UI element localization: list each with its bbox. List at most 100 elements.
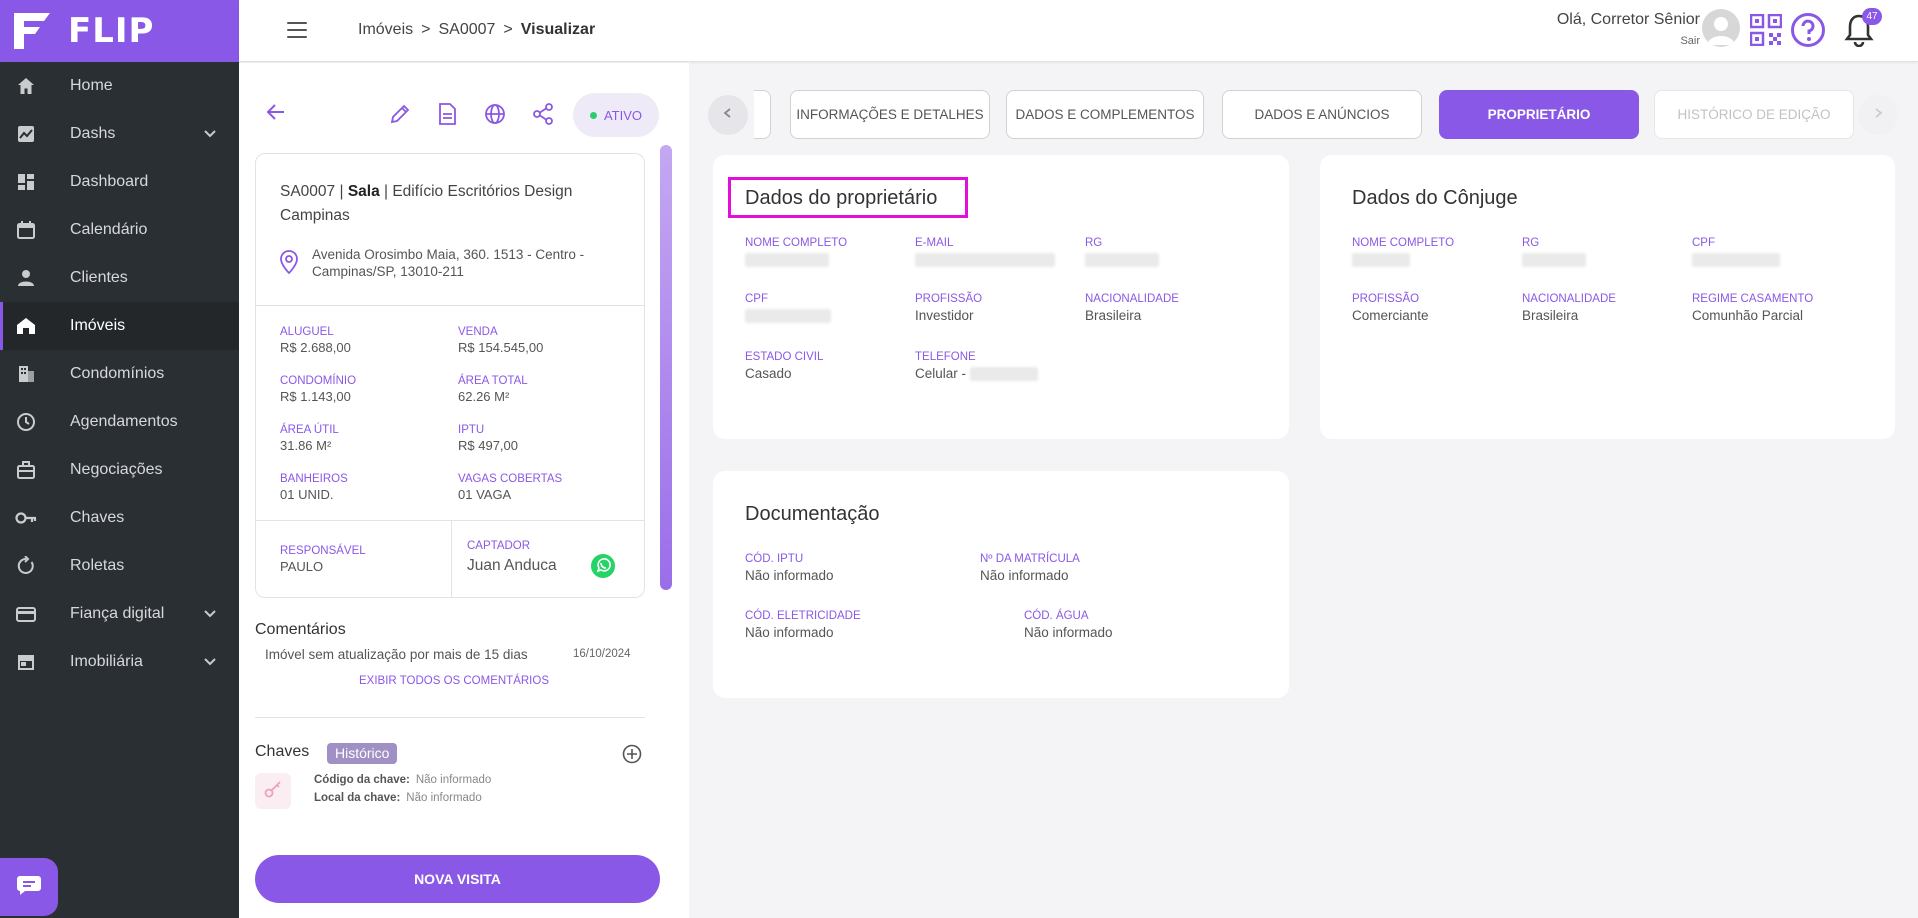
chevron-down-icon xyxy=(203,655,217,674)
qr-code-icon[interactable] xyxy=(1749,13,1783,51)
property-title: SA0007 | Sala | Edifício Escritórios Des… xyxy=(280,183,573,224)
tab-informacoes-detalhes[interactable]: INFORMAÇÕES E DETALHES xyxy=(790,90,990,139)
sidebar-item-roletas[interactable]: Roletas xyxy=(0,542,239,590)
stat-banheiros: BANHEIROS 01 UNID. xyxy=(280,473,348,502)
dashboard-icon xyxy=(15,171,37,193)
doc-agua: CÓD. ÁGUA Não informado xyxy=(1024,610,1113,640)
doc-matricula: Nº DA MATRÍCULA Não informado xyxy=(980,553,1080,583)
stat-condominio: CONDOMÍNIO R$ 1.143,00 xyxy=(280,375,357,404)
scrollbar[interactable] xyxy=(660,145,672,590)
chat-icon xyxy=(16,873,42,902)
sidebar-item-condominios[interactable]: Condomínios xyxy=(0,350,239,398)
owner-nome: NOME COMPLETO xyxy=(745,237,847,272)
divider xyxy=(255,717,645,718)
tab-partial xyxy=(754,90,771,139)
topbar: Imóveis > SA0007 > Visualizar Olá, Corre… xyxy=(239,0,1918,62)
comment-date: 16/10/2024 xyxy=(573,648,631,660)
sidebar-item-chaves[interactable]: Chaves xyxy=(0,494,239,542)
sidebar-item-home[interactable]: Home xyxy=(0,62,239,110)
store-icon xyxy=(15,651,37,673)
avatar[interactable] xyxy=(1702,9,1740,47)
notification-count-badge: 47 xyxy=(1862,8,1882,25)
sidebar-item-label: Negociações xyxy=(70,461,163,478)
property-address: Avenida Orosimbo Maia, 360. 1513 - Centr… xyxy=(312,247,585,279)
tab-dados-complementos[interactable]: DADOS E COMPLEMENTOS xyxy=(1006,90,1204,139)
sidebar-item-label: Dashboard xyxy=(70,173,149,190)
sidebar-item-label: Condomínios xyxy=(70,365,165,382)
sidebar-item-agendamentos[interactable]: Agendamentos xyxy=(0,398,239,446)
sidebar-item-imobiliaria[interactable]: Imobiliária xyxy=(0,638,239,686)
scrollbar-thumb[interactable] xyxy=(660,145,672,590)
status-badge[interactable]: ATIVO xyxy=(573,93,659,137)
tabs-next-button[interactable] xyxy=(1858,95,1898,135)
building-icon xyxy=(15,363,37,385)
redacted-value xyxy=(1522,253,1586,267)
rotate-icon xyxy=(15,555,37,577)
back-arrow-icon[interactable] xyxy=(266,103,286,126)
sidebar-item-fianca-digital[interactable]: Fiança digital xyxy=(0,590,239,638)
sidebar-item-dashs[interactable]: Dashs xyxy=(0,110,239,158)
add-circle-icon[interactable] xyxy=(622,744,642,769)
tab-historico-edicao[interactable]: HISTÓRICO DE EDIÇÃO xyxy=(1654,90,1854,139)
documentation-card: Documentação CÓD. IPTU Não informado Nº D… xyxy=(713,471,1289,698)
owner-nacionalidade: NACIONALIDADE Brasileira xyxy=(1085,293,1179,323)
doc-iptu: CÓD. IPTU Não informado xyxy=(745,553,834,583)
sidebar-item-label: Chaves xyxy=(70,509,125,526)
spouse-title: Dados do Cônjuge xyxy=(1352,187,1518,209)
redacted-value xyxy=(1692,253,1780,267)
globe-icon[interactable] xyxy=(484,103,506,130)
home-icon xyxy=(15,75,37,97)
edit-pencil-icon[interactable] xyxy=(389,103,411,130)
chat-button[interactable] xyxy=(0,858,58,916)
show-all-comments-link[interactable]: EXIBIR TODOS OS COMENTÁRIOS xyxy=(359,675,549,687)
redacted-value xyxy=(915,253,1055,267)
sidebar-item-clientes[interactable]: Clientes xyxy=(0,254,239,302)
sidebar-item-calendario[interactable]: Calendário xyxy=(0,206,239,254)
sidebar-item-label: Dashs xyxy=(70,125,116,142)
tab-dados-anuncios[interactable]: DADOS E ANÚNCIOS xyxy=(1222,90,1422,139)
keys-history-button[interactable]: Histórico xyxy=(327,743,398,764)
breadcrumb-separator: > xyxy=(503,21,513,38)
tabs-prev-button[interactable] xyxy=(708,95,748,135)
spouse-rg: RG xyxy=(1522,237,1586,272)
redacted-value xyxy=(745,309,831,323)
logout-link[interactable]: Sair xyxy=(1680,35,1700,47)
tab-proprietario[interactable]: PROPRIETÁRIO xyxy=(1439,90,1639,139)
redacted-value xyxy=(970,366,1039,381)
sidebar-item-label: Roletas xyxy=(70,557,125,574)
breadcrumb-item-code[interactable]: SA0007 xyxy=(438,21,495,39)
menu-toggle-icon[interactable] xyxy=(287,22,307,38)
owner-cpf: CPF xyxy=(745,293,831,328)
sidebar-menu: Home Dashs Dashboard Calendário Clientes… xyxy=(0,62,239,686)
sidebar-item-imoveis[interactable]: Imóveis xyxy=(0,302,239,350)
logo[interactable]: FLIP xyxy=(0,0,239,62)
stat-area-util: ÁREA ÚTIL 31.86 M² xyxy=(280,424,339,453)
doc-eletricidade: CÓD. ELETRICIDADE Não informado xyxy=(745,610,861,640)
chevron-right-icon xyxy=(1872,106,1884,124)
owner-card: Dados do proprietário NOME COMPLETO E-MA… xyxy=(713,155,1289,439)
document-icon[interactable] xyxy=(437,103,457,130)
breadcrumb-item-imoveis[interactable]: Imóveis xyxy=(358,21,413,39)
whatsapp-icon[interactable] xyxy=(590,553,616,584)
sidebar-item-dashboard[interactable]: Dashboard xyxy=(0,158,239,206)
key-location: Local da chave: Não informado xyxy=(314,792,482,804)
spouse-regime-casamento: REGIME CASAMENTO Comunhão Parcial xyxy=(1692,293,1814,323)
comment-text: Imóvel sem atualização por mais de 15 di… xyxy=(265,647,528,662)
property-type: Sala xyxy=(347,183,380,200)
key-icon xyxy=(15,507,37,529)
new-visit-button[interactable]: NOVA VISITA xyxy=(255,855,660,903)
property-toolbar: ATIVO xyxy=(239,89,689,137)
share-icon[interactable] xyxy=(532,103,554,130)
stat-aluguel: ALUGUEL R$ 2.688,00 xyxy=(280,326,351,355)
help-icon[interactable] xyxy=(1790,12,1826,53)
house-icon xyxy=(15,315,37,337)
map-pin-icon xyxy=(280,250,298,279)
sidebar: FLIP Home Dashs Dashboard Calendário Cli… xyxy=(0,0,239,918)
key-icon xyxy=(263,779,283,804)
sidebar-item-negociacoes[interactable]: Negociações xyxy=(0,446,239,494)
divider xyxy=(451,520,452,597)
status-label: ATIVO xyxy=(603,107,643,123)
sidebar-item-label: Agendamentos xyxy=(70,413,178,430)
key-tile xyxy=(255,773,291,809)
comments-title: Comentários xyxy=(255,621,346,638)
